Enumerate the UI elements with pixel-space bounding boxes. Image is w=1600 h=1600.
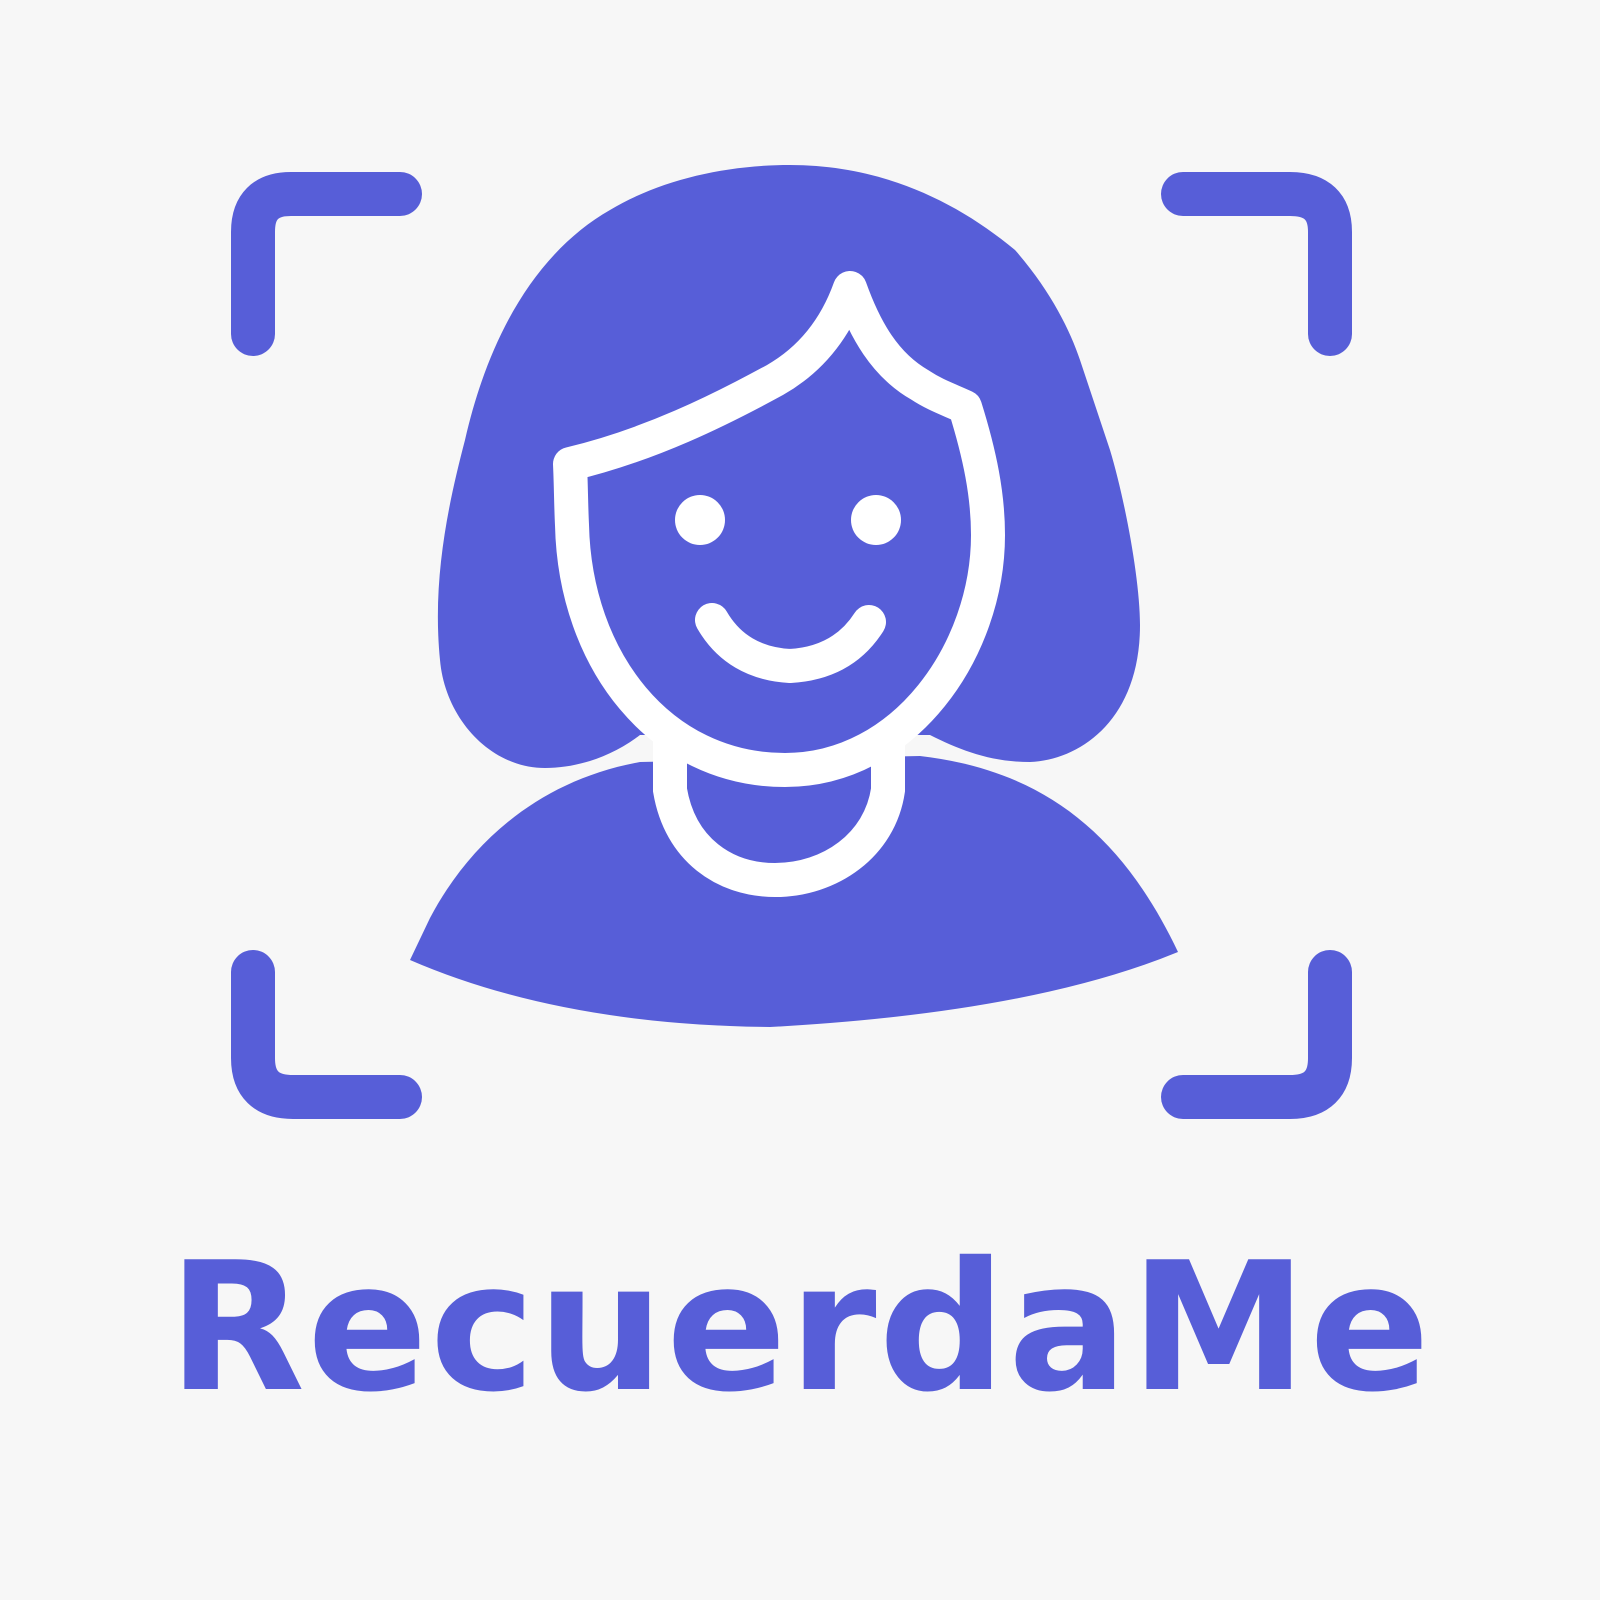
left-eye-icon	[675, 495, 725, 545]
corner-bottom-left	[231, 950, 422, 1119]
corner-bottom-right	[1161, 950, 1352, 1119]
app-logo: RecuerdaMe	[0, 0, 1600, 1600]
right-eye-icon	[851, 495, 901, 545]
corner-top-right	[1161, 172, 1352, 356]
app-name: RecuerdaMe	[168, 1224, 1432, 1431]
corner-top-left	[231, 172, 422, 356]
